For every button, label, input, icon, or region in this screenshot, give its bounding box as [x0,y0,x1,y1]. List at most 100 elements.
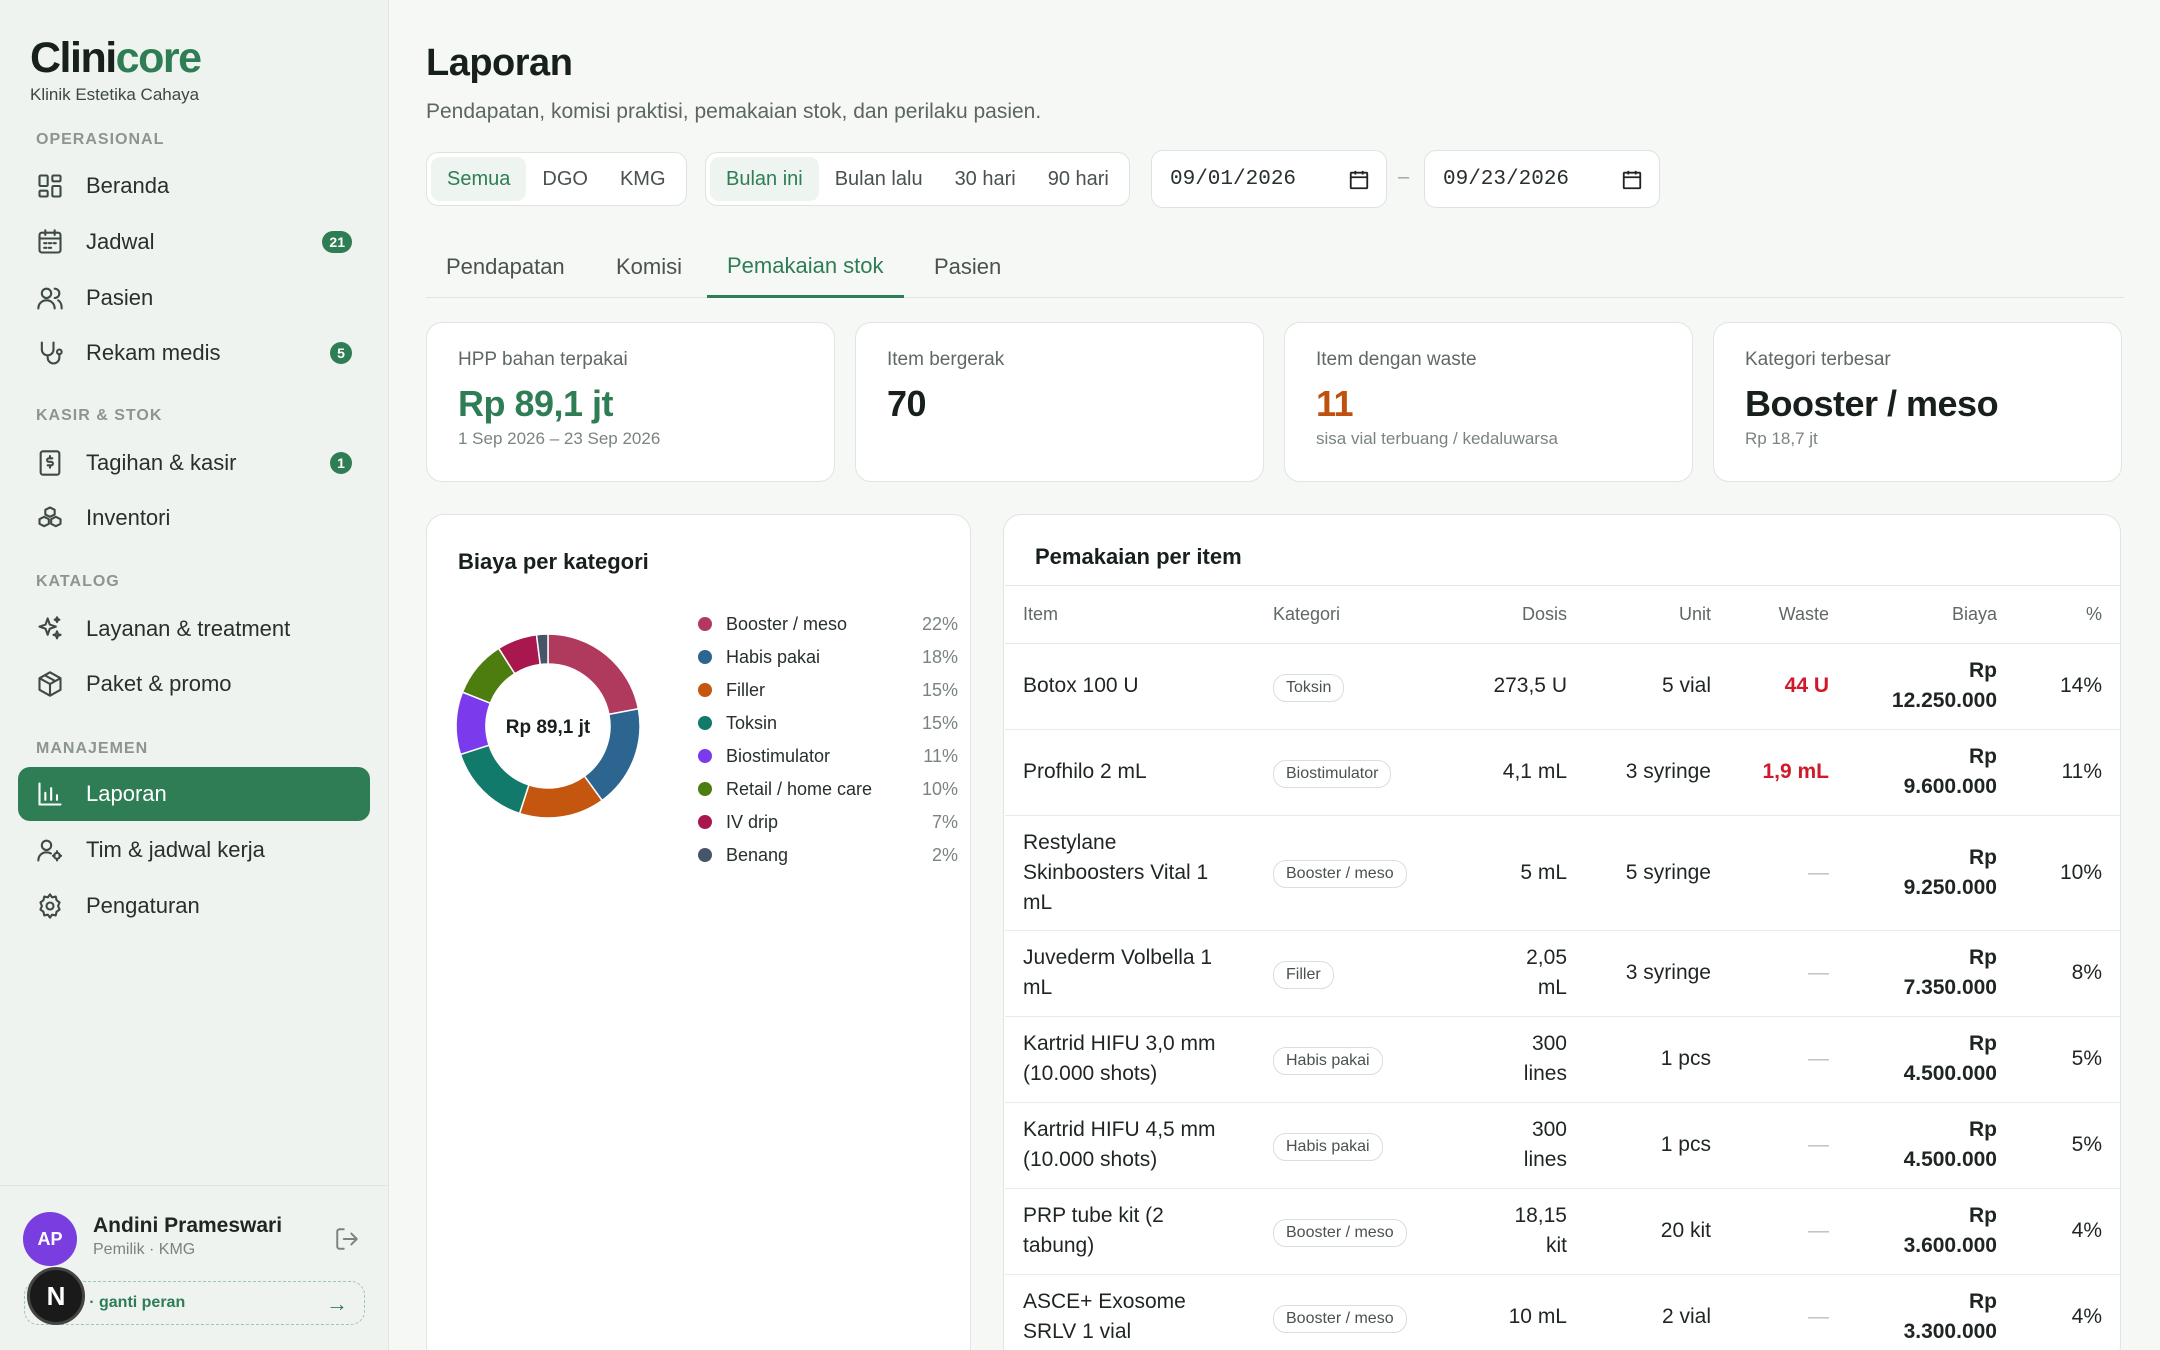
table-row[interactable]: Botox 100 U Toksin 273,5 U 5 vial 44 U R… [1005,643,2120,730]
tab-pemakaian-stok[interactable]: Pemakaian stok [707,236,904,298]
cell-waste: — [1729,815,1847,931]
boxes-icon [38,506,62,528]
col-waste[interactable]: Waste [1729,586,1847,644]
period-option-30-hari[interactable]: 30 hari [939,157,1032,201]
table-row[interactable]: Juvederm Volbella 1 mL Filler 2,05 mL 3 … [1005,930,2120,1017]
logout-button[interactable] [334,1226,360,1252]
legend-value: 7% [931,811,958,832]
sidebar-item-tim-jadwal-kerja[interactable]: Tim & jadwal kerja [18,823,370,877]
sidebar-item-jadwal[interactable]: Jadwal 21 [18,215,370,269]
chart-title: Biaya per kategori [458,549,649,574]
legend-label: Biostimulator [726,745,831,766]
cell-biaya: Rp 9.250.000 [1847,815,2015,931]
currency-label: Rp [1969,1118,1997,1141]
col-biaya[interactable]: Biaya [1847,586,2015,644]
cell-unit: 5 vial [1585,643,1729,730]
kpi-value: Rp 89,1 jt [458,383,614,424]
table-row[interactable]: Restylane Skinboosters Vital 1 mL Booste… [1005,815,2120,931]
legend-label: Retail / home care [726,778,873,799]
calendar-icon[interactable] [1348,169,1370,191]
legend-swatch [698,716,712,730]
sidebar-item-laporan[interactable]: Laporan [18,767,370,821]
donut-center-label: Rp 89,1 jt [506,717,591,738]
cell-item: Profhilo 2 mL [1005,729,1255,816]
sidebar-item-rekam-medis[interactable]: Rekam medis 5 [18,326,370,380]
users-icon [37,287,63,310]
sidebar-item-pengaturan[interactable]: Pengaturan [18,879,370,933]
legend-swatch [698,650,712,664]
period-option-bulan-lalu[interactable]: Bulan lalu [819,157,939,201]
donut-slice-0[interactable] [547,633,640,716]
legend-value: 22% [921,613,958,634]
table-row[interactable]: ASCE+ Exosome SRLV 1 vial Booster / meso… [1005,1274,2120,1350]
cell-unit: 5 syringe [1585,815,1729,931]
legend-item: Booster / meso 22% [698,612,958,636]
col-dosis[interactable]: Dosis [1445,586,1585,644]
sidebar-item-inventori[interactable]: Inventori [18,491,370,545]
table-row[interactable]: Profhilo 2 mL Biostimulator 4,1 mL 3 syr… [1005,729,2120,816]
table-row[interactable]: Kartrid HIFU 3,0 mm (10.000 shots) Habis… [1005,1016,2120,1103]
legend-value: 2% [931,844,958,865]
section-manajemen: MANAJEMEN [36,740,149,757]
amount-value: 12.250.000 [1891,689,1997,712]
cell-pct: 5% [2015,1102,2120,1189]
col-pct[interactable]: % [2015,586,2120,644]
cell-waste: 1,9 mL [1729,729,1847,816]
main-content: Laporan Pendapatan, komisi praktisi, pem… [389,0,2160,1350]
cell-biaya: Rp 9.600.000 [1847,729,2015,816]
sidebar-item-paket-promo[interactable]: Paket & promo [18,657,370,711]
currency-label: Rp [1969,659,1997,682]
table-row[interactable]: PRP tube kit (2 tabung) Booster / meso 1… [1005,1188,2120,1275]
tab-pendapatan[interactable]: Pendapatan [426,236,585,298]
sidebar-item-label: Rekam medis [86,340,221,365]
report-tabs: Pendapatan Komisi Pemakaian stok Pasien [426,236,2124,298]
floating-n-badge[interactable]: N [27,1267,85,1325]
tab-pasien[interactable]: Pasien [914,236,1021,298]
cell-kategori: Biostimulator [1255,729,1445,816]
branch-option-kmg[interactable]: KMG [604,157,682,201]
calendar-icon[interactable] [1621,169,1643,191]
cell-waste: — [1729,1274,1847,1350]
cell-item: Kartrid HIFU 3,0 mm (10.000 shots) [1005,1016,1255,1103]
branch-filter: Semua DGO KMG [426,152,687,206]
sparkle-icon [38,616,62,640]
date-to-input[interactable]: 09/23/2026 [1424,150,1660,208]
receipt-icon [39,450,61,476]
kpi-label: Kategori terbesar [1745,349,1891,370]
col-kategori[interactable]: Kategori [1255,586,1445,644]
avatar[interactable]: AP [23,1212,77,1266]
brand[interactable]: Clinicore Klinik Estetika Cahaya [30,34,202,105]
kpi-label: HPP bahan terpakai [458,349,628,370]
amount-value: 7.350.000 [1903,976,1997,999]
sidebar-item-pasien[interactable]: Pasien [18,271,370,325]
period-option-bulan-ini[interactable]: Bulan ini [710,157,819,201]
tab-komisi[interactable]: Komisi [596,236,702,298]
sidebar-item-beranda[interactable]: Beranda [18,159,370,213]
cell-biaya: Rp 12.250.000 [1847,643,2015,730]
col-item[interactable]: Item [1005,586,1255,644]
legend-item: Retail / home care 10% [698,777,958,801]
sidebar-item-layanan-treatment[interactable]: Layanan & treatment [18,602,370,656]
usage-table: Item Kategori Dosis Unit Waste Biaya % B… [1005,585,2120,1350]
currency-label: Rp [1969,745,1997,768]
date-from-input[interactable]: 09/01/2026 [1151,150,1387,208]
period-option-90-hari[interactable]: 90 hari [1032,157,1125,201]
legend-value: 15% [921,712,958,733]
calendar-icon [38,229,62,254]
page-title: Laporan [426,42,573,84]
table-row[interactable]: Kartrid HIFU 4,5 mm (10.000 shots) Habis… [1005,1102,2120,1189]
cell-kategori: Habis pakai [1255,1016,1445,1103]
cell-biaya: Rp 3.300.000 [1847,1274,2015,1350]
donut-slice-3[interactable] [459,744,530,815]
col-unit[interactable]: Unit [1585,586,1729,644]
date-separator: – [1398,166,1410,188]
legend-item: Habis pakai 18% [698,645,958,669]
sidebar-item-tagihan-kasir[interactable]: Tagihan & kasir 1 [18,436,370,490]
donut-slice-2[interactable] [518,775,604,819]
brand-logo: Clinicore [30,34,202,82]
cell-biaya: Rp 7.350.000 [1847,930,2015,1017]
cell-waste: — [1729,930,1847,1017]
branch-option-semua[interactable]: Semua [431,157,527,201]
legend-swatch [698,848,712,862]
branch-option-dgo[interactable]: DGO [526,157,604,201]
